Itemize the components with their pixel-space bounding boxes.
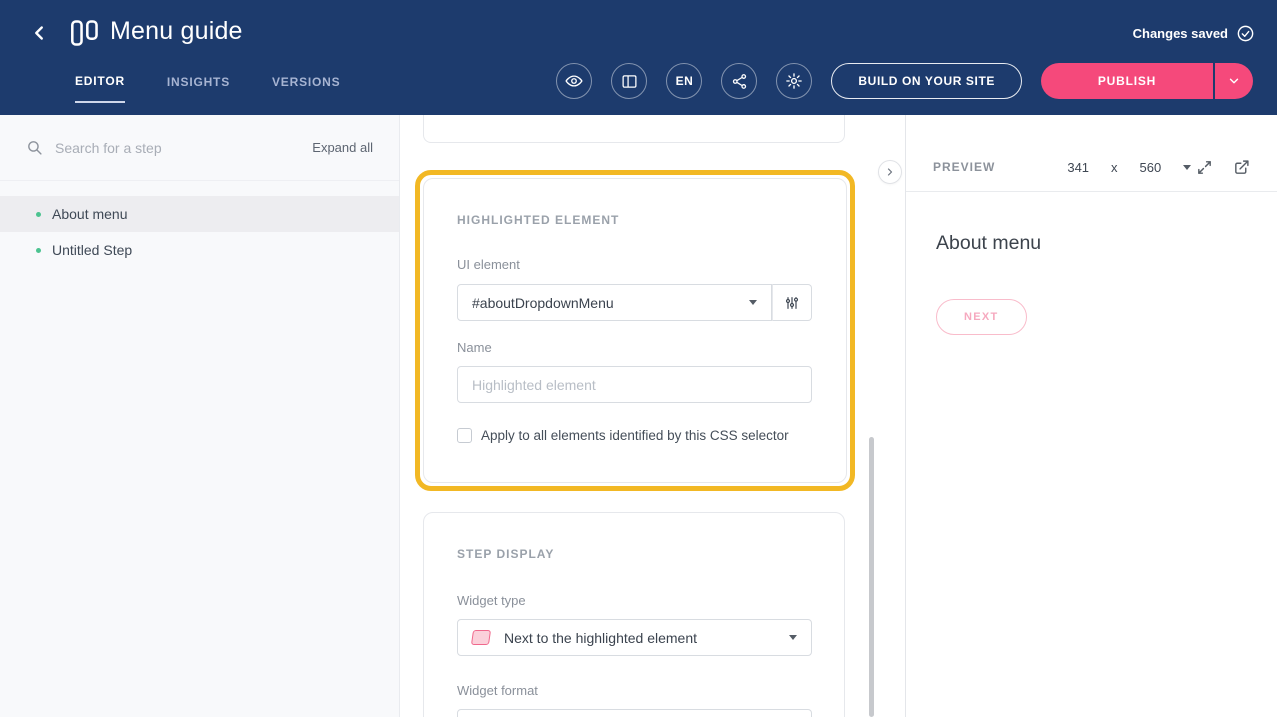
step-search-row: Expand all <box>0 115 399 181</box>
name-label: Name <box>457 340 813 355</box>
step-search-input[interactable] <box>55 140 312 156</box>
preview-body: About menu NEXT <box>906 192 1277 375</box>
apply-all-row: Apply to all elements identified by this… <box>457 428 813 443</box>
top-bar: Menu guide Changes saved EDITOR INSIGHTS… <box>0 0 1277 115</box>
tab-editor[interactable]: EDITOR <box>75 74 125 103</box>
step-status-dot <box>36 248 41 253</box>
section-title: HIGHLIGHTED ELEMENT <box>457 213 813 227</box>
top-controls: EN BUILD ON YOUR SITE PUBLISH <box>556 63 1253 99</box>
changes-saved-status: Changes saved <box>1133 24 1255 43</box>
sliders-icon <box>784 295 800 311</box>
preview-next-button[interactable]: NEXT <box>936 299 1027 335</box>
chevron-down-icon <box>789 635 797 640</box>
preview-height: 560 <box>1140 160 1162 175</box>
step-item-about-menu[interactable]: About menu <box>0 196 399 232</box>
settings-button[interactable] <box>776 63 812 99</box>
element-picker-button[interactable] <box>772 284 812 321</box>
widget-format-select[interactable] <box>457 709 812 717</box>
ui-element-row: #aboutDropdownMenu <box>457 284 813 321</box>
step-list: About menu Untitled Step <box>0 196 399 268</box>
highlighted-element-ring: HIGHLIGHTED ELEMENT UI element #aboutDro… <box>415 170 855 491</box>
step-display-card: STEP DISPLAY Widget type Next to the hig… <box>423 512 845 717</box>
tab-insights[interactable]: INSIGHTS <box>167 74 230 103</box>
widget-type-select[interactable]: Next to the highlighted element <box>457 619 812 656</box>
changes-saved-label: Changes saved <box>1133 26 1228 41</box>
guide-title: Menu guide <box>110 17 243 46</box>
editor-scrollbar[interactable] <box>869 437 874 717</box>
diagonal-arrows-icon <box>1196 159 1213 176</box>
chevron-down-icon <box>749 300 757 305</box>
widget-format-label: Widget format <box>457 683 811 698</box>
preview-step-title: About menu <box>936 232 1247 255</box>
collapse-panel-button[interactable] <box>878 160 902 184</box>
share-icon <box>731 73 748 90</box>
eye-icon <box>565 72 583 90</box>
app-logo-icon <box>70 19 100 47</box>
preview-eye-button[interactable] <box>556 63 592 99</box>
preview-actions <box>1196 159 1250 176</box>
apply-all-label: Apply to all elements identified by this… <box>481 428 789 443</box>
gear-icon <box>785 72 803 90</box>
publish-split-button: PUBLISH <box>1041 63 1253 99</box>
preview-header: PREVIEW 341 x 560 <box>906 115 1277 192</box>
expand-preview-button[interactable] <box>1196 159 1213 176</box>
external-link-icon <box>1233 159 1250 176</box>
ui-element-select[interactable]: #aboutDropdownMenu <box>457 284 772 321</box>
ui-element-label: UI element <box>457 257 813 272</box>
preview-size-separator: x <box>1111 160 1118 175</box>
step-item-untitled-step[interactable]: Untitled Step <box>0 232 399 268</box>
step-settings-panel: HIGHLIGHTED ELEMENT UI element #aboutDro… <box>400 115 905 717</box>
section-title: STEP DISPLAY <box>457 547 811 561</box>
language-button[interactable]: EN <box>666 63 702 99</box>
step-label: About menu <box>52 206 128 222</box>
widget-type-label: Widget type <box>457 593 811 608</box>
build-on-your-site-button[interactable]: BUILD ON YOUR SITE <box>831 63 1022 99</box>
preview-width: 341 <box>1067 160 1089 175</box>
preview-title: PREVIEW <box>933 160 995 174</box>
highlighted-element-name-input[interactable] <box>457 366 812 403</box>
panel-layout-icon <box>621 73 638 90</box>
share-button[interactable] <box>721 63 757 99</box>
chevron-left-icon <box>28 22 50 44</box>
editor-tabs: EDITOR INSIGHTS VERSIONS <box>75 74 340 103</box>
apply-all-checkbox[interactable] <box>457 428 472 443</box>
search-icon <box>26 139 43 156</box>
publish-options-button[interactable] <box>1215 63 1253 99</box>
back-button[interactable] <box>24 18 54 48</box>
app-root: Menu guide Changes saved EDITOR INSIGHTS… <box>0 0 1277 717</box>
steps-sidebar: Expand all About menu Untitled Step <box>0 115 400 717</box>
publish-button[interactable]: PUBLISH <box>1041 63 1213 99</box>
open-external-button[interactable] <box>1233 159 1250 176</box>
preview-panel: PREVIEW 341 x 560 <box>905 115 1277 717</box>
check-circle-icon <box>1236 24 1255 43</box>
step-label: Untitled Step <box>52 242 132 258</box>
tab-versions[interactable]: VERSIONS <box>272 74 340 103</box>
layout-button[interactable] <box>611 63 647 99</box>
expand-all-button[interactable]: Expand all <box>312 140 373 155</box>
highlighted-element-card: HIGHLIGHTED ELEMENT UI element #aboutDro… <box>423 178 847 483</box>
chevron-down-icon <box>1183 165 1191 170</box>
widget-type-value: Next to the highlighted element <box>504 630 697 646</box>
preview-size-select[interactable]: 341 x 560 <box>1067 160 1191 175</box>
chevron-right-icon <box>884 166 896 178</box>
step-status-dot <box>36 212 41 217</box>
ui-element-value: #aboutDropdownMenu <box>472 295 614 311</box>
previous-settings-card <box>423 115 845 143</box>
widget-type-icon <box>471 630 491 645</box>
chevron-down-icon <box>1227 74 1241 88</box>
